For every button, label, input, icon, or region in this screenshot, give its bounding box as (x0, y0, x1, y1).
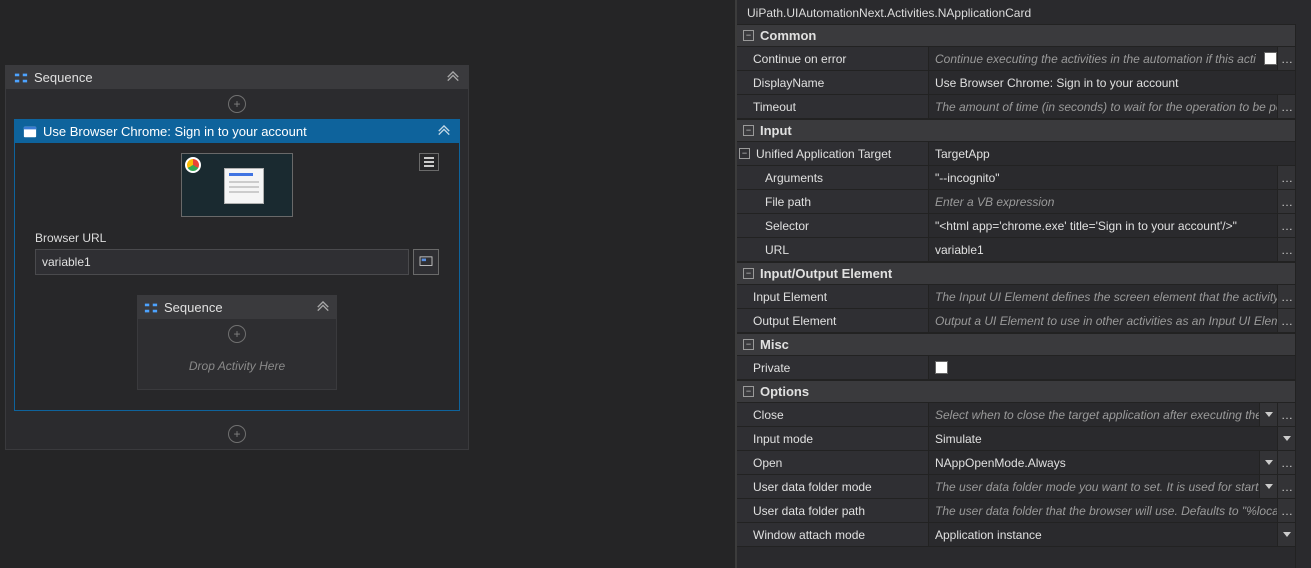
sequence-icon (144, 301, 158, 315)
sequence-icon (14, 71, 28, 85)
target-screenshot-thumbnail[interactable] (181, 153, 293, 217)
prop-selector[interactable]: Selector "<html app='chrome.exe' title='… (737, 214, 1295, 238)
indicate-target-button[interactable] (413, 249, 439, 275)
ellipsis-button[interactable]: … (1277, 190, 1295, 213)
collapse-toggle-icon[interactable]: − (743, 30, 754, 41)
chevron-up-icon[interactable] (437, 125, 451, 139)
prop-user-data-folder-mode[interactable]: User data folder mode The user data fold… (737, 475, 1295, 499)
group-options[interactable]: − Options (737, 380, 1295, 403)
collapse-toggle-icon[interactable]: − (743, 386, 754, 397)
ellipsis-button[interactable]: … (1277, 403, 1295, 426)
chevron-up-icon[interactable] (316, 301, 330, 315)
prop-input-element[interactable]: Input Element The Input UI Element defin… (737, 285, 1295, 309)
inner-sequence-header[interactable]: Sequence (138, 296, 336, 319)
group-misc[interactable]: − Misc (737, 333, 1295, 356)
scrollbar[interactable] (1295, 24, 1311, 568)
ellipsis-button[interactable]: … (1277, 166, 1295, 189)
checkbox[interactable] (935, 361, 948, 374)
collapse-toggle-icon[interactable]: − (743, 125, 754, 136)
plus-icon: + (228, 425, 246, 443)
activity-title: Use Browser Chrome: Sign in to your acco… (43, 124, 431, 139)
browser-url-label: Browser URL (35, 231, 439, 245)
chrome-icon (185, 157, 201, 173)
designer-canvas[interactable]: Sequence + Use Browser Chrome: Sign in t… (0, 0, 735, 568)
ellipsis-button[interactable]: … (1277, 451, 1295, 474)
activity-header[interactable]: Use Browser Chrome: Sign in to your acco… (15, 120, 459, 143)
properties-panel: UiPath.UIAutomationNext.Activities.NAppl… (736, 0, 1311, 568)
outer-sequence-header[interactable]: Sequence (6, 66, 468, 89)
checkbox[interactable] (1264, 52, 1277, 65)
add-activity-top[interactable]: + (6, 89, 468, 119)
prop-unified-application-target[interactable]: −Unified Application Target TargetApp (737, 142, 1295, 166)
prop-url[interactable]: URL variable1 … (737, 238, 1295, 262)
prop-private[interactable]: Private (737, 356, 1295, 380)
prop-arguments[interactable]: Arguments "--incognito" … (737, 166, 1295, 190)
prop-close[interactable]: Close Select when to close the target ap… (737, 403, 1295, 427)
use-browser-activity[interactable]: Use Browser Chrome: Sign in to your acco… (14, 119, 460, 411)
outer-sequence[interactable]: Sequence + Use Browser Chrome: Sign in t… (5, 65, 469, 450)
prop-user-data-folder-path[interactable]: User data folder path The user data fold… (737, 499, 1295, 523)
browser-icon (23, 125, 37, 139)
ellipsis-button[interactable]: … (1277, 214, 1295, 237)
dropdown-button[interactable] (1259, 451, 1277, 474)
collapse-toggle-icon[interactable]: − (743, 339, 754, 350)
prop-timeout[interactable]: Timeout The amount of time (in seconds) … (737, 95, 1295, 119)
hamburger-menu-button[interactable] (419, 153, 439, 171)
plus-icon: + (228, 325, 246, 343)
prop-continue-on-error[interactable]: Continue on error Continue executing the… (737, 47, 1295, 71)
chevron-up-icon[interactable] (446, 71, 460, 85)
ellipsis-button[interactable]: … (1277, 475, 1295, 498)
prop-file-path[interactable]: File path Enter a VB expression … (737, 190, 1295, 214)
ellipsis-button[interactable]: … (1277, 499, 1295, 522)
prop-open[interactable]: Open NAppOpenMode.Always … (737, 451, 1295, 475)
prop-input-mode[interactable]: Input mode Simulate (737, 427, 1295, 451)
collapse-toggle-icon[interactable]: − (743, 268, 754, 279)
dropdown-button[interactable] (1259, 475, 1277, 498)
prop-display-name[interactable]: DisplayName Use Browser Chrome: Sign in … (737, 71, 1295, 95)
outer-sequence-title: Sequence (34, 70, 440, 85)
dropdown-button[interactable] (1277, 427, 1295, 450)
ellipsis-button[interactable]: … (1277, 95, 1295, 118)
browser-url-input[interactable] (35, 249, 409, 275)
inner-sequence[interactable]: Sequence + Drop Activity Here (137, 295, 337, 390)
ellipsis-button[interactable]: … (1277, 285, 1295, 308)
collapse-toggle-icon[interactable]: − (739, 148, 750, 159)
add-activity-inner[interactable]: + (138, 319, 336, 349)
add-activity-bottom[interactable]: + (6, 419, 468, 449)
prop-window-attach-mode[interactable]: Window attach mode Application instance (737, 523, 1295, 547)
drop-hint: Drop Activity Here (138, 349, 336, 389)
inner-sequence-title: Sequence (164, 300, 310, 315)
ellipsis-button[interactable]: … (1277, 47, 1295, 70)
ellipsis-button[interactable]: … (1277, 309, 1295, 332)
group-input[interactable]: − Input (737, 119, 1295, 142)
plus-icon: + (228, 95, 246, 113)
group-io-element[interactable]: − Input/Output Element (737, 262, 1295, 285)
prop-output-element[interactable]: Output Element Output a UI Element to us… (737, 309, 1295, 333)
dropdown-button[interactable] (1277, 523, 1295, 546)
group-common[interactable]: − Common (737, 24, 1295, 47)
activity-type-path: UiPath.UIAutomationNext.Activities.NAppl… (737, 0, 1311, 24)
ellipsis-button[interactable]: … (1277, 238, 1295, 261)
dropdown-button[interactable] (1259, 403, 1277, 426)
